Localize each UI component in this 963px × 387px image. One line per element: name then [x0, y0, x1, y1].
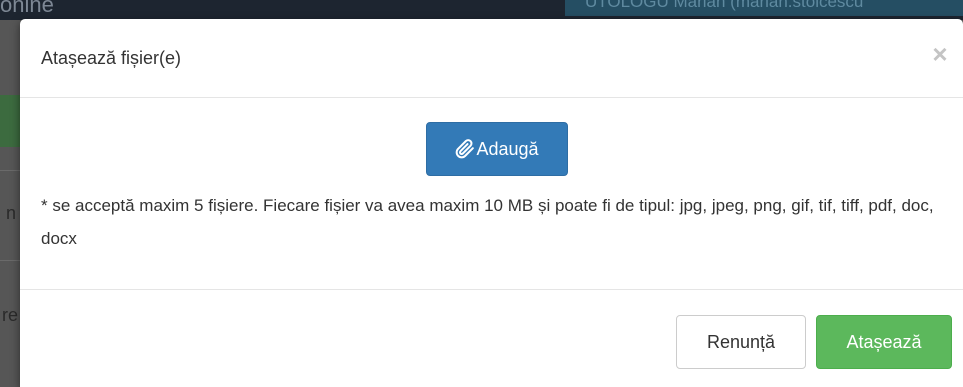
- background-divider: [0, 260, 22, 261]
- background-brand-text: onine: [0, 0, 54, 17]
- add-file-button[interactable]: Adaugă: [426, 122, 568, 176]
- background-green-block: [0, 95, 22, 147]
- upload-info-text: * se acceptă maxim 5 fișiere. Fiecare fi…: [41, 196, 934, 248]
- background-user-text: UTOLOGU Marian (marian.stoicescu: [585, 0, 864, 11]
- close-button[interactable]: ×: [929, 41, 951, 67]
- attach-button[interactable]: Atașează: [816, 315, 952, 369]
- modal-title: Atașează fișier(e): [41, 48, 182, 68]
- background-letter: re: [2, 305, 19, 325]
- background-divider: [0, 170, 22, 171]
- background-user-info: UTOLOGU Marian (marian.stoicescu: [565, 0, 963, 16]
- cancel-button[interactable]: Renunță: [676, 315, 806, 369]
- attach-files-modal: Atașează fișier(e) × Adaugă * se acceptă…: [20, 19, 963, 387]
- modal-header: Atașează fișier(e) ×: [20, 19, 963, 98]
- modal-footer: Renunță Atașează: [20, 290, 963, 387]
- paperclip-icon: [456, 139, 475, 159]
- background-letter: n: [6, 203, 17, 223]
- close-icon: ×: [932, 39, 948, 69]
- modal-body: Adaugă * se acceptă maxim 5 fișiere. Fie…: [20, 98, 963, 290]
- add-file-label: Adaugă: [476, 138, 539, 159]
